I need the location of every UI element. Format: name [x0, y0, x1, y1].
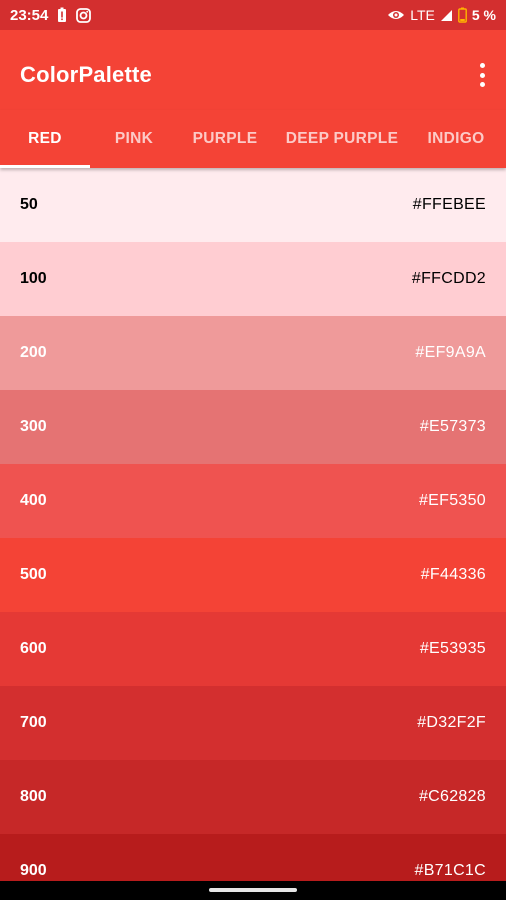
- swatch-row[interactable]: 50 #FFEBEE: [0, 168, 506, 242]
- swatch-shade: 600: [20, 640, 47, 657]
- more-vert-icon[interactable]: [474, 63, 490, 87]
- battery-alert-icon: [57, 7, 67, 23]
- swatch-shade: 200: [20, 344, 47, 361]
- swatch-hex: #EF5350: [418, 492, 486, 509]
- app-title: ColorPalette: [20, 62, 152, 87]
- swatch-hex: #EF9A9A: [415, 344, 486, 361]
- tab-purple[interactable]: PURPLE: [178, 110, 272, 168]
- swatch-row[interactable]: 800 #C62828: [0, 760, 506, 834]
- swatch-shade: 500: [20, 566, 47, 583]
- swatch-hex: #FFEBEE: [412, 196, 486, 213]
- swatch-hex: #C62828: [418, 788, 486, 805]
- signal-icon: [440, 9, 453, 22]
- navigation-bar: [0, 881, 506, 900]
- battery-low-icon: [457, 7, 467, 23]
- status-left: 23:54: [10, 6, 92, 24]
- tab-bar: RED PINK PURPLE DEEP PURPLE INDIGO: [0, 110, 506, 168]
- status-right: LTE 5 %: [387, 7, 496, 23]
- battery-percent: 5 %: [471, 7, 496, 23]
- tab-red[interactable]: RED: [0, 110, 90, 168]
- status-bar: 23:54 LTE 5 %: [0, 0, 506, 30]
- tab-indicator: [0, 165, 90, 168]
- swatch-shade: 300: [20, 418, 47, 435]
- tab-pink[interactable]: PINK: [90, 110, 178, 168]
- swatch-shade: 400: [20, 492, 47, 509]
- home-gesture-handle[interactable]: [209, 888, 297, 892]
- app-screen: 23:54 LTE 5 % ColorPalette RED PINK PURP…: [0, 0, 506, 900]
- app-bar: ColorPalette: [0, 30, 506, 120]
- network-type: LTE: [410, 7, 435, 23]
- swatch-hex: #B71C1C: [414, 862, 486, 879]
- swatch-shade: 700: [20, 714, 47, 731]
- swatch-shade: 50: [20, 196, 38, 213]
- tab-indigo[interactable]: INDIGO: [412, 110, 500, 168]
- instagram-icon: [76, 7, 92, 23]
- tab-deep-purple[interactable]: DEEP PURPLE: [272, 110, 412, 168]
- swatch-hex: #F44336: [420, 566, 486, 583]
- swatch-list: 50 #FFEBEE 100 #FFCDD2 200 #EF9A9A 300 #…: [0, 168, 506, 900]
- swatch-row[interactable]: 100 #FFCDD2: [0, 242, 506, 316]
- status-time: 23:54: [10, 6, 49, 24]
- swatch-row[interactable]: 400 #EF5350: [0, 464, 506, 538]
- swatch-shade: 800: [20, 788, 47, 805]
- swatch-hex: #FFCDD2: [411, 270, 486, 287]
- swatch-row[interactable]: 500 #F44336: [0, 538, 506, 612]
- swatch-row[interactable]: 200 #EF9A9A: [0, 316, 506, 390]
- swatch-hex: #D32F2F: [417, 714, 486, 731]
- swatch-hex: #E53935: [419, 640, 486, 657]
- swatch-hex: #E57373: [419, 418, 486, 435]
- eye-icon: [387, 9, 405, 21]
- swatch-row[interactable]: 300 #E57373: [0, 390, 506, 464]
- swatch-row[interactable]: 700 #D32F2F: [0, 686, 506, 760]
- swatch-shade: 900: [20, 862, 47, 879]
- swatch-row[interactable]: 600 #E53935: [0, 612, 506, 686]
- swatch-shade: 100: [20, 270, 47, 287]
